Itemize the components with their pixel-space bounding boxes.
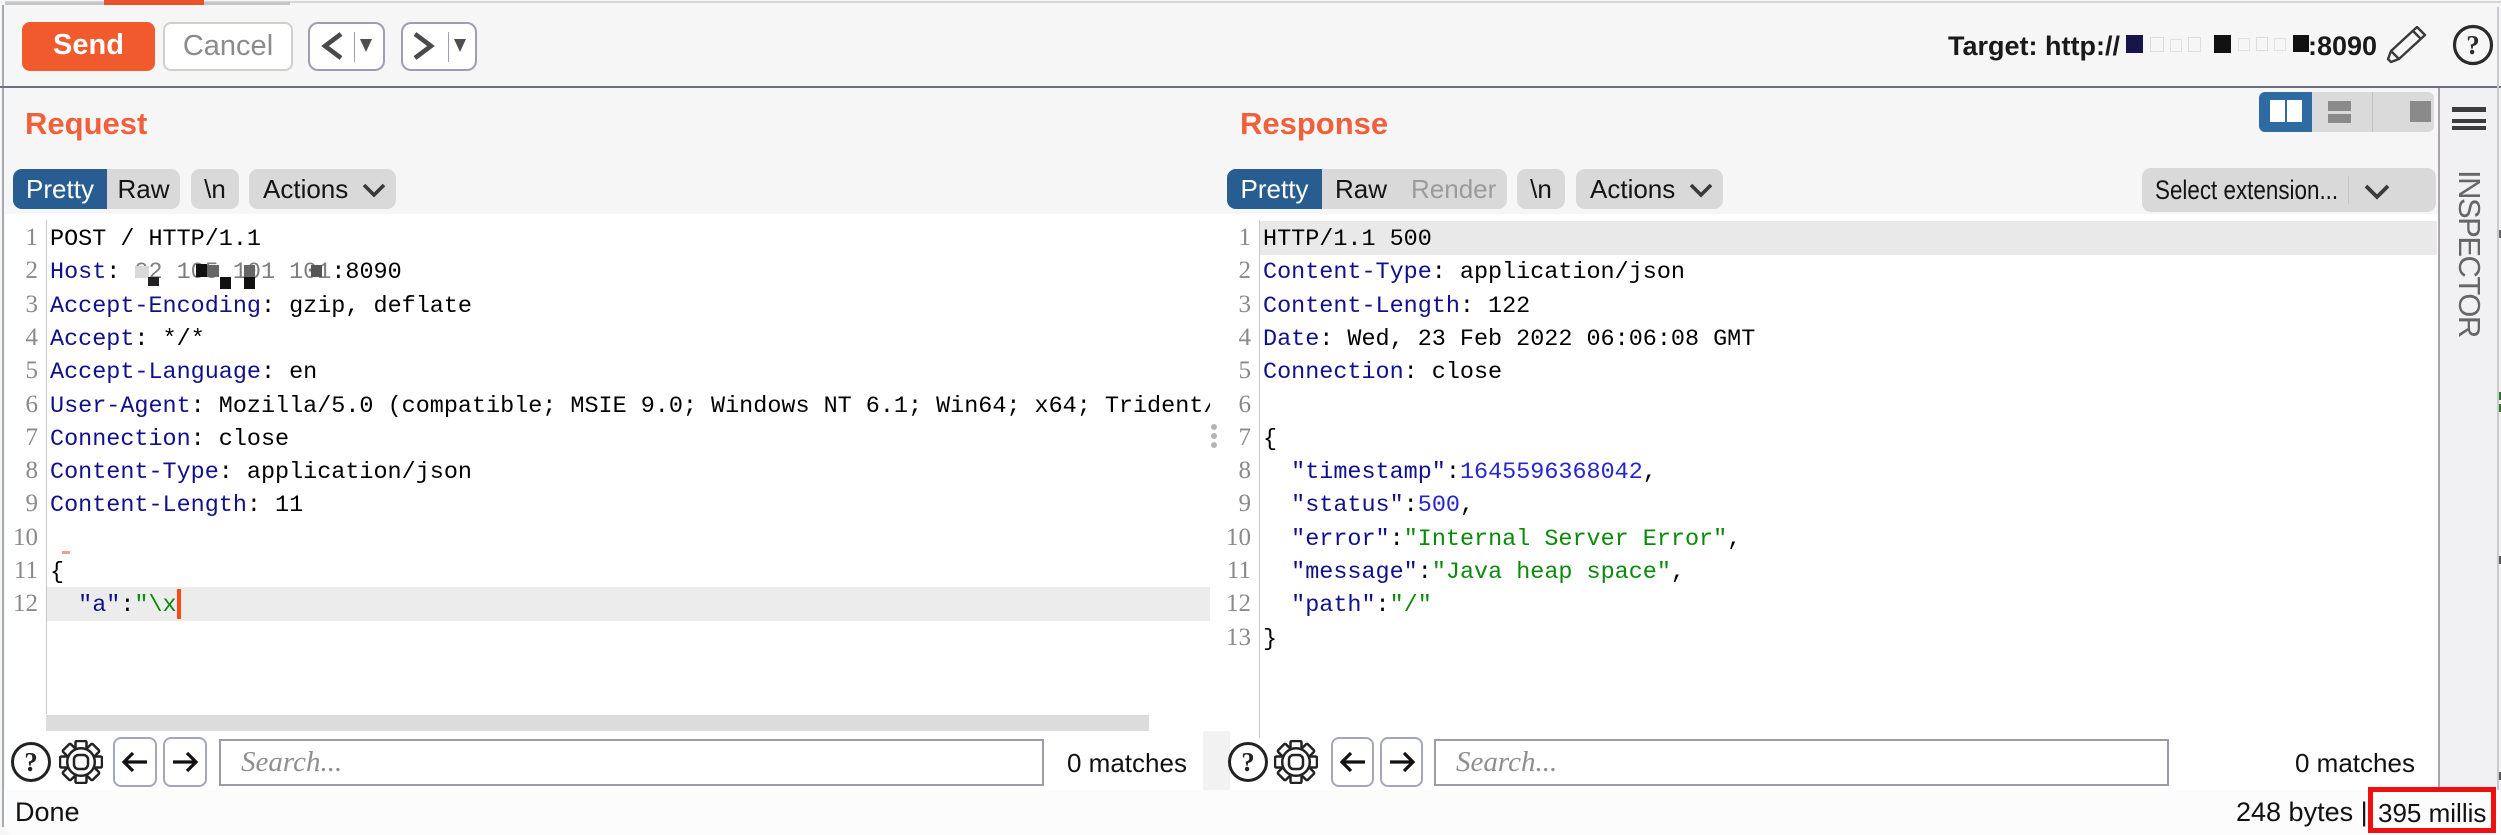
- svg-text:?: ?: [1241, 747, 1255, 777]
- svg-text:?: ?: [2466, 30, 2480, 60]
- svg-text:?: ?: [24, 747, 38, 777]
